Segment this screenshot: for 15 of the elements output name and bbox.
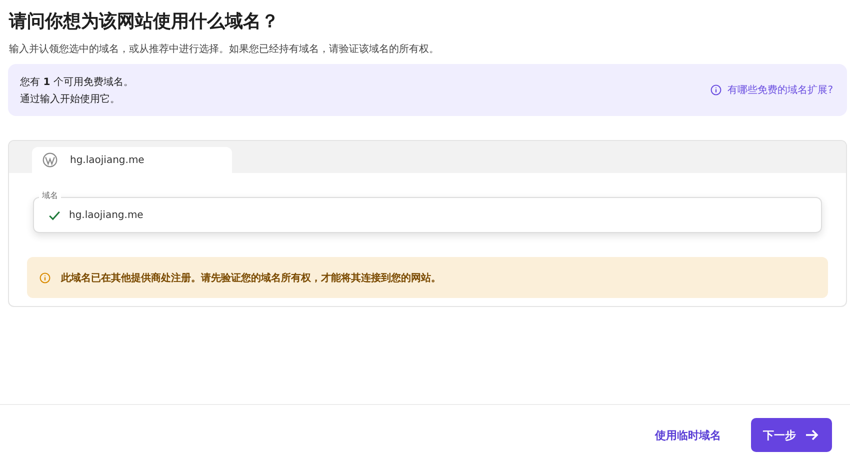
warning-text: 此域名已在其他提供商处注册。请先验证您的域名所有权，才能将其连接到您的网站。 [61,271,441,284]
next-button[interactable]: 下一步 [751,418,832,452]
banner-text: 通过输入开始使用它。 [20,92,121,106]
info-icon [39,272,51,284]
temporary-domain-link[interactable]: 使用临时域名 [655,428,721,442]
site-tab[interactable]: hg.laojiang.me [32,147,232,173]
banner-text: 您有 1 个可用免费域名。 [20,76,134,88]
field-value: hg.laojiang.me [69,210,144,220]
page-subtitle: 输入并认领您选中的域名，或从推荐中进行选择。如果您已经持有域名，请验证该域名的所有权。 [9,42,440,56]
page-title: 请问你想为该网站使用什么域名？ [9,10,280,34]
info-icon [710,84,722,96]
extensions-link[interactable]: 有哪些免费的域名扩展? [710,83,833,97]
field-label: 域名 [39,190,61,201]
arrow-right-icon [804,427,820,443]
wordpress-icon [42,152,58,168]
